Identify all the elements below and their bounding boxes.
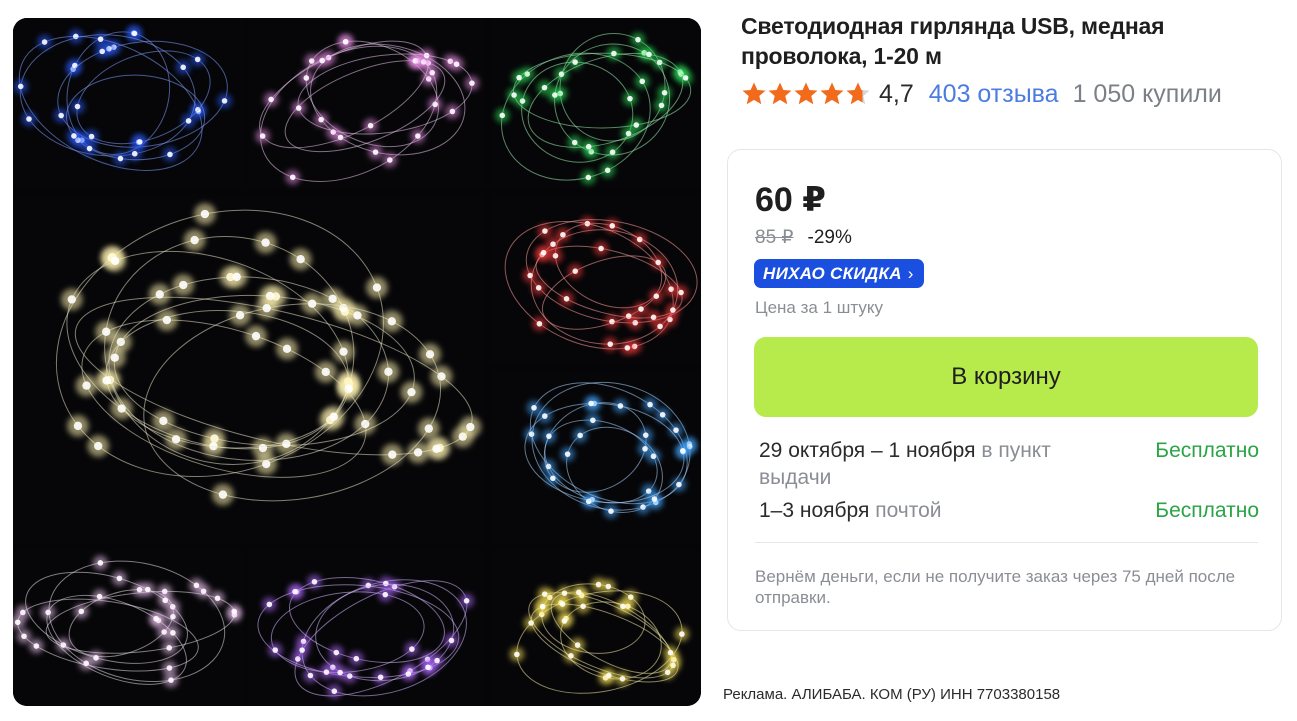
- chevron-right-icon: ›: [907, 263, 914, 283]
- product-photo: [13, 18, 701, 706]
- delivery-method: почтой: [875, 499, 942, 522]
- star-icon: [820, 82, 844, 105]
- add-to-cart-button[interactable]: В корзину: [754, 337, 1258, 417]
- garland-panel: [491, 18, 701, 188]
- discount-percent: -29%: [807, 226, 852, 248]
- current-price: 60 ₽: [755, 181, 826, 219]
- garland-panel: [491, 550, 701, 706]
- garland-panel: [13, 18, 243, 188]
- delivery-option-post: 1–3 ноября почтой Бесплатно: [759, 497, 1259, 524]
- delivery-dates: 1–3 ноября: [759, 499, 870, 522]
- divider: [755, 542, 1258, 543]
- money-back-guarantee: Вернём деньги, если не получите заказ че…: [755, 567, 1236, 607]
- star-icon: [794, 82, 818, 105]
- garland-panel: [249, 18, 485, 188]
- rating-value: 4,7: [879, 79, 914, 108]
- delivery-option-pickup: 29 октября – 1 ноября в пункт выдачи Бес…: [759, 437, 1259, 491]
- old-price-row: 85 ₽ -29%: [755, 226, 852, 249]
- garland-panel: [13, 550, 243, 706]
- star-icon: [768, 82, 792, 105]
- delivery-dates: 29 октября – 1 ноября: [759, 439, 976, 462]
- product-image-gallery[interactable]: [13, 18, 701, 706]
- promo-badge-label: НИХАО СКИДКА: [763, 263, 902, 283]
- reviews-link[interactable]: 403 отзыва: [929, 80, 1059, 109]
- rating-row: 4,7 403 отзыва 1 050 купили: [741, 78, 1222, 110]
- garland-panel: [491, 194, 701, 364]
- delivery-cost: Бесплатно: [1155, 439, 1259, 462]
- product-title: Светодиодная гирлянда USB, медная провол…: [741, 13, 1165, 69]
- garland-panel: [249, 550, 485, 706]
- unit-price-note: Цена за 1 штуку: [755, 298, 883, 317]
- purchases-count: 1 050 купили: [1072, 79, 1222, 108]
- buy-box: 60 ₽ 85 ₽ -29% НИХАО СКИДКА › Цена за 1 …: [727, 149, 1282, 631]
- promo-badge[interactable]: НИХАО СКИДКА ›: [754, 259, 924, 288]
- rating-stars: [741, 81, 871, 107]
- old-price: 85 ₽: [755, 227, 794, 248]
- star-icon: [846, 82, 870, 105]
- star-icon: [742, 82, 766, 105]
- delivery-cost: Бесплатно: [1155, 499, 1259, 522]
- garland-panel: [491, 370, 701, 544]
- garland-panel: [13, 194, 485, 544]
- ad-disclaimer: Реклама. АЛИБАБА. КОМ (РУ) ИНН 770338015…: [723, 686, 1061, 703]
